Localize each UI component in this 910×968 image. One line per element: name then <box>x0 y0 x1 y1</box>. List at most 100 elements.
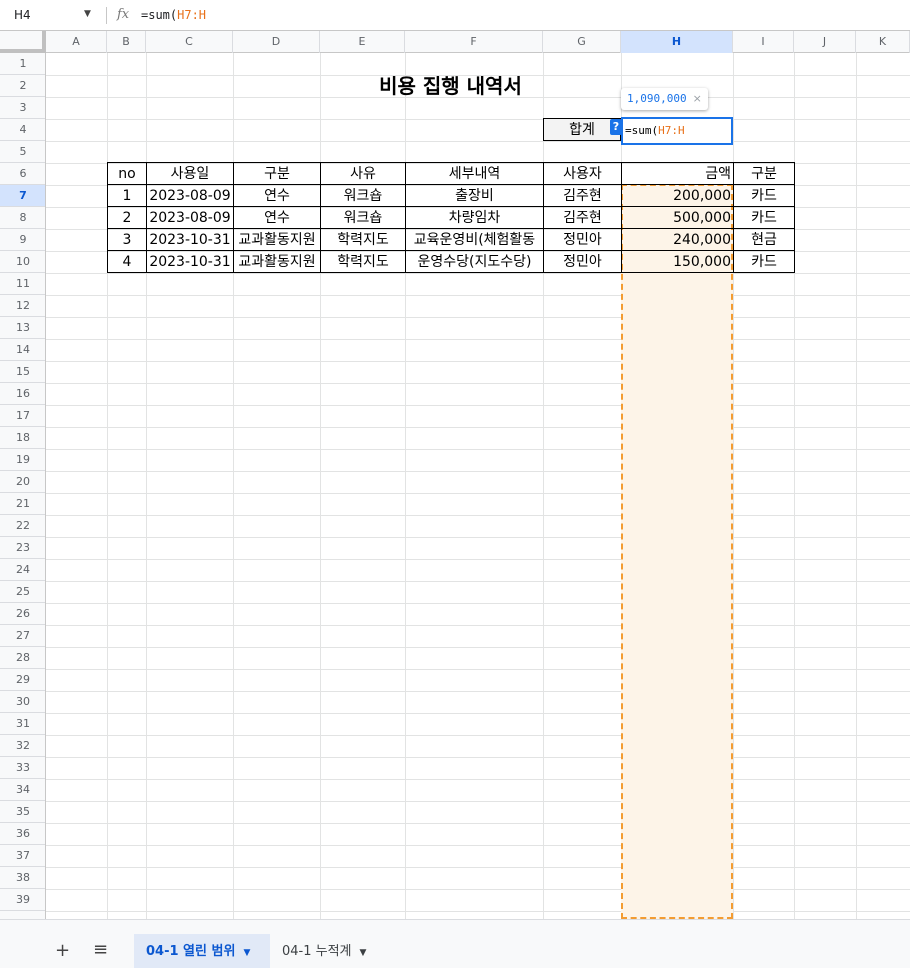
table-data-cell[interactable]: 240,000 <box>621 228 734 251</box>
row-header-24[interactable]: 24 <box>0 559 45 581</box>
row-header-25[interactable]: 25 <box>0 581 45 603</box>
row-header-17[interactable]: 17 <box>0 405 45 427</box>
row-header-31[interactable]: 31 <box>0 713 45 735</box>
table-data-cell[interactable]: 2023-08-09 <box>146 184 234 207</box>
row-header-20[interactable]: 20 <box>0 471 45 493</box>
chevron-down-icon[interactable]: ▼ <box>243 948 250 958</box>
table-data-cell[interactable]: 500,000 <box>621 206 734 229</box>
row-header-2[interactable]: 2 <box>0 75 45 97</box>
row-header-23[interactable]: 23 <box>0 537 45 559</box>
table-data-cell[interactable]: 150,000 <box>621 250 734 273</box>
row-header-22[interactable]: 22 <box>0 515 45 537</box>
column-header-b[interactable]: B <box>107 31 146 53</box>
row-header-16[interactable]: 16 <box>0 383 45 405</box>
table-data-cell[interactable]: 학력지도 <box>320 250 406 273</box>
column-header-g[interactable]: G <box>543 31 621 53</box>
table-data-cell[interactable]: 2 <box>107 206 147 229</box>
row-header-11[interactable]: 11 <box>0 273 45 295</box>
row-header-7[interactable]: 7 <box>0 185 45 207</box>
row-header-36[interactable]: 36 <box>0 823 45 845</box>
row-header-34[interactable]: 34 <box>0 779 45 801</box>
column-header-f[interactable]: F <box>405 31 543 53</box>
table-header-cell[interactable]: 금액 <box>621 162 734 185</box>
row-header-12[interactable]: 12 <box>0 295 45 317</box>
column-header-e[interactable]: E <box>320 31 405 53</box>
row-header-39[interactable]: 39 <box>0 889 45 911</box>
row-header-38[interactable]: 38 <box>0 867 45 889</box>
table-data-cell[interactable]: 워크숍 <box>320 206 406 229</box>
row-header-13[interactable]: 13 <box>0 317 45 339</box>
chevron-down-icon[interactable]: ▼ <box>360 948 367 958</box>
table-data-cell[interactable]: 카드 <box>733 250 795 273</box>
row-header-18[interactable]: 18 <box>0 427 45 449</box>
formula-input[interactable]: =sum(H7:H <box>141 8 206 22</box>
row-header-32[interactable]: 32 <box>0 735 45 757</box>
table-data-cell[interactable]: 3 <box>107 228 147 251</box>
table-data-cell[interactable]: 교과활동지원 <box>233 228 321 251</box>
row-header-27[interactable]: 27 <box>0 625 45 647</box>
row-header-9[interactable]: 9 <box>0 229 45 251</box>
table-data-cell[interactable]: 출장비 <box>405 184 544 207</box>
row-header-14[interactable]: 14 <box>0 339 45 361</box>
table-header-cell[interactable]: 구분 <box>233 162 321 185</box>
row-header-29[interactable]: 29 <box>0 669 45 691</box>
table-data-cell[interactable]: 차량임차 <box>405 206 544 229</box>
row-header-33[interactable]: 33 <box>0 757 45 779</box>
table-data-cell[interactable]: 카드 <box>733 206 795 229</box>
row-header-1[interactable]: 1 <box>0 53 45 75</box>
table-data-cell[interactable]: 김주현 <box>543 184 622 207</box>
table-header-cell[interactable]: no <box>107 162 147 185</box>
table-data-cell[interactable]: 워크숍 <box>320 184 406 207</box>
row-header-6[interactable]: 6 <box>0 163 45 185</box>
column-header-a[interactable]: A <box>46 31 107 53</box>
add-sheet-button[interactable]: + <box>55 940 70 961</box>
table-data-cell[interactable]: 1 <box>107 184 147 207</box>
table-data-cell[interactable]: 교육운영비(체험활동 <box>405 228 544 251</box>
row-header-35[interactable]: 35 <box>0 801 45 823</box>
sheet-tab[interactable]: 04-1 누적계 ▼ <box>282 934 366 968</box>
sheet-tab-active[interactable]: 04-1 열린 범위 ▼ <box>134 934 270 968</box>
table-data-cell[interactable]: 연수 <box>233 206 321 229</box>
table-data-cell[interactable]: 2023-10-31 <box>146 228 234 251</box>
column-header-c[interactable]: C <box>146 31 233 53</box>
select-all-corner[interactable] <box>0 31 46 53</box>
table-data-cell[interactable]: 4 <box>107 250 147 273</box>
row-header-19[interactable]: 19 <box>0 449 45 471</box>
table-data-cell[interactable]: 2023-08-09 <box>146 206 234 229</box>
table-data-cell[interactable]: 연수 <box>233 184 321 207</box>
row-header-28[interactable]: 28 <box>0 647 45 669</box>
all-sheets-menu-icon[interactable]: ≡ <box>93 939 108 960</box>
column-header-d[interactable]: D <box>233 31 320 53</box>
column-header-k[interactable]: K <box>856 31 910 53</box>
table-data-cell[interactable]: 2023-10-31 <box>146 250 234 273</box>
table-data-cell[interactable]: 200,000 <box>621 184 734 207</box>
table-header-cell[interactable]: 사유 <box>320 162 406 185</box>
column-header-i[interactable]: I <box>733 31 794 53</box>
table-data-cell[interactable]: 운영수당(지도수당) <box>405 250 544 273</box>
row-header-3[interactable]: 3 <box>0 97 45 119</box>
name-box[interactable]: H4 ▼ <box>0 0 104 31</box>
table-data-cell[interactable]: 김주현 <box>543 206 622 229</box>
table-data-cell[interactable]: 현금 <box>733 228 795 251</box>
row-header-21[interactable]: 21 <box>0 493 45 515</box>
row-header-5[interactable]: 5 <box>0 141 45 163</box>
name-box-dropdown-icon[interactable]: ▼ <box>84 9 91 19</box>
table-header-cell[interactable]: 사용일 <box>146 162 234 185</box>
row-header-26[interactable]: 26 <box>0 603 45 625</box>
close-icon[interactable]: × <box>693 92 702 105</box>
row-header-15[interactable]: 15 <box>0 361 45 383</box>
active-cell-editor[interactable]: =sum(H7:H <box>621 117 733 145</box>
table-header-cell[interactable]: 사용자 <box>543 162 622 185</box>
row-header-30[interactable]: 30 <box>0 691 45 713</box>
table-data-cell[interactable]: 교과활동지원 <box>233 250 321 273</box>
row-header-10[interactable]: 10 <box>0 251 45 273</box>
row-header-8[interactable]: 8 <box>0 207 45 229</box>
table-data-cell[interactable]: 카드 <box>733 184 795 207</box>
table-data-cell[interactable]: 정민아 <box>543 250 622 273</box>
table-data-cell[interactable]: 정민아 <box>543 228 622 251</box>
formula-help-button[interactable]: ? <box>610 119 622 135</box>
column-header-h[interactable]: H <box>621 31 733 53</box>
column-header-j[interactable]: J <box>794 31 856 53</box>
table-header-cell[interactable]: 구분 <box>733 162 795 185</box>
row-header-4[interactable]: 4 <box>0 119 45 141</box>
